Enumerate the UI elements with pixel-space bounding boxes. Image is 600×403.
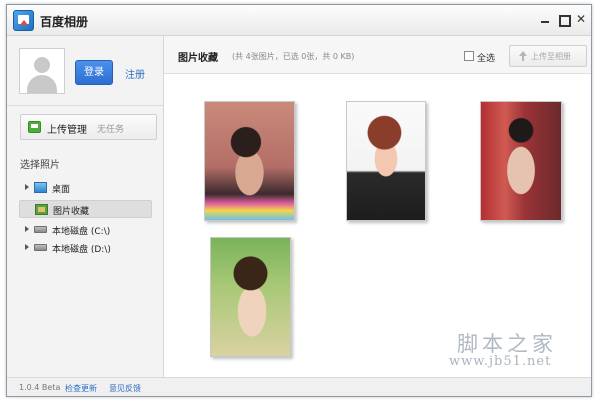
disk-icon — [34, 226, 47, 233]
user-panel: 登录 注册 — [7, 36, 164, 106]
upload-to-album-button[interactable]: 上传至相册 — [509, 45, 587, 67]
selection-stats: (共 4张图片，已选 0张，共 0 KB) — [232, 52, 355, 61]
tree-item-label: 桌面 — [52, 185, 71, 195]
photo-panel: 图片收藏 (共 4张图片，已选 0张，共 0 KB) 全选 上传至相册 — [164, 36, 591, 377]
sidebar: 登录 注册 上传管理 无任务 选择照片 桌面 图片收藏 本地磁盘 (C:\) 本… — [7, 36, 164, 377]
section-title: 选择照片 — [20, 160, 60, 171]
status-bar: 1.0.4 Beta 检查更新 意见反馈 — [7, 377, 591, 396]
select-all-checkbox[interactable]: 全选 — [464, 51, 504, 64]
watermark-url: www.jb51.net — [449, 354, 552, 369]
version-label: 1.0.4 Beta — [19, 383, 61, 392]
tree-item-disk-c[interactable]: 本地磁盘 (C:\) — [19, 221, 152, 239]
maximize-button[interactable] — [556, 12, 571, 27]
expand-arrow-icon[interactable] — [25, 244, 29, 250]
tree-item-label: 图片收藏 — [53, 207, 90, 217]
photo-folder-icon — [35, 204, 48, 215]
tree-item-desktop[interactable]: 桌面 — [19, 179, 152, 197]
upload-arrow-icon — [518, 51, 528, 62]
desktop-icon — [34, 182, 47, 193]
toolbar: 图片收藏 (共 4张图片，已选 0张，共 0 KB) 全选 上传至相册 — [164, 36, 591, 74]
close-button[interactable]: ✕ — [574, 12, 588, 26]
upload-button-label: 上传至相册 — [531, 52, 571, 61]
upload-manager-label: 上传管理 — [47, 125, 87, 136]
avatar-body-icon — [27, 75, 57, 93]
disk-icon — [34, 244, 47, 251]
title-bar[interactable]: 百度相册 ✕ — [7, 5, 591, 36]
check-update-link[interactable]: 检查更新 — [65, 383, 97, 394]
tree-item-disk-d[interactable]: 本地磁盘 (D:\) — [19, 239, 152, 257]
baidu-album-logo-icon — [13, 10, 34, 31]
upload-manager-button[interactable]: 上传管理 无任务 — [20, 114, 157, 140]
tree-item-label: 本地磁盘 (C:\) — [52, 227, 111, 237]
expand-arrow-icon[interactable] — [25, 226, 29, 232]
expand-arrow-icon[interactable] — [25, 184, 29, 190]
register-link[interactable]: 注册 — [125, 66, 145, 81]
avatar — [19, 48, 65, 94]
app-title: 百度相册 — [40, 15, 89, 29]
upload-manager-icon — [28, 121, 41, 133]
tree-item-label: 本地磁盘 (D:\) — [52, 245, 111, 255]
login-button[interactable]: 登录 — [75, 60, 113, 85]
checkbox-box[interactable] — [464, 51, 474, 61]
tree-item-photo-collection[interactable]: 图片收藏 — [19, 200, 152, 218]
page-title: 图片收藏 — [178, 53, 218, 64]
select-all-label: 全选 — [477, 54, 496, 64]
photo-thumbnail[interactable] — [204, 101, 295, 221]
minimize-button[interactable] — [538, 12, 552, 26]
feedback-link[interactable]: 意见反馈 — [109, 383, 141, 394]
avatar-head-icon — [34, 57, 50, 73]
photo-thumbnail[interactable] — [480, 101, 562, 221]
upload-manager-status: 无任务 — [97, 125, 125, 135]
photo-thumbnail[interactable] — [346, 101, 426, 221]
photo-thumbnail[interactable] — [210, 237, 291, 357]
